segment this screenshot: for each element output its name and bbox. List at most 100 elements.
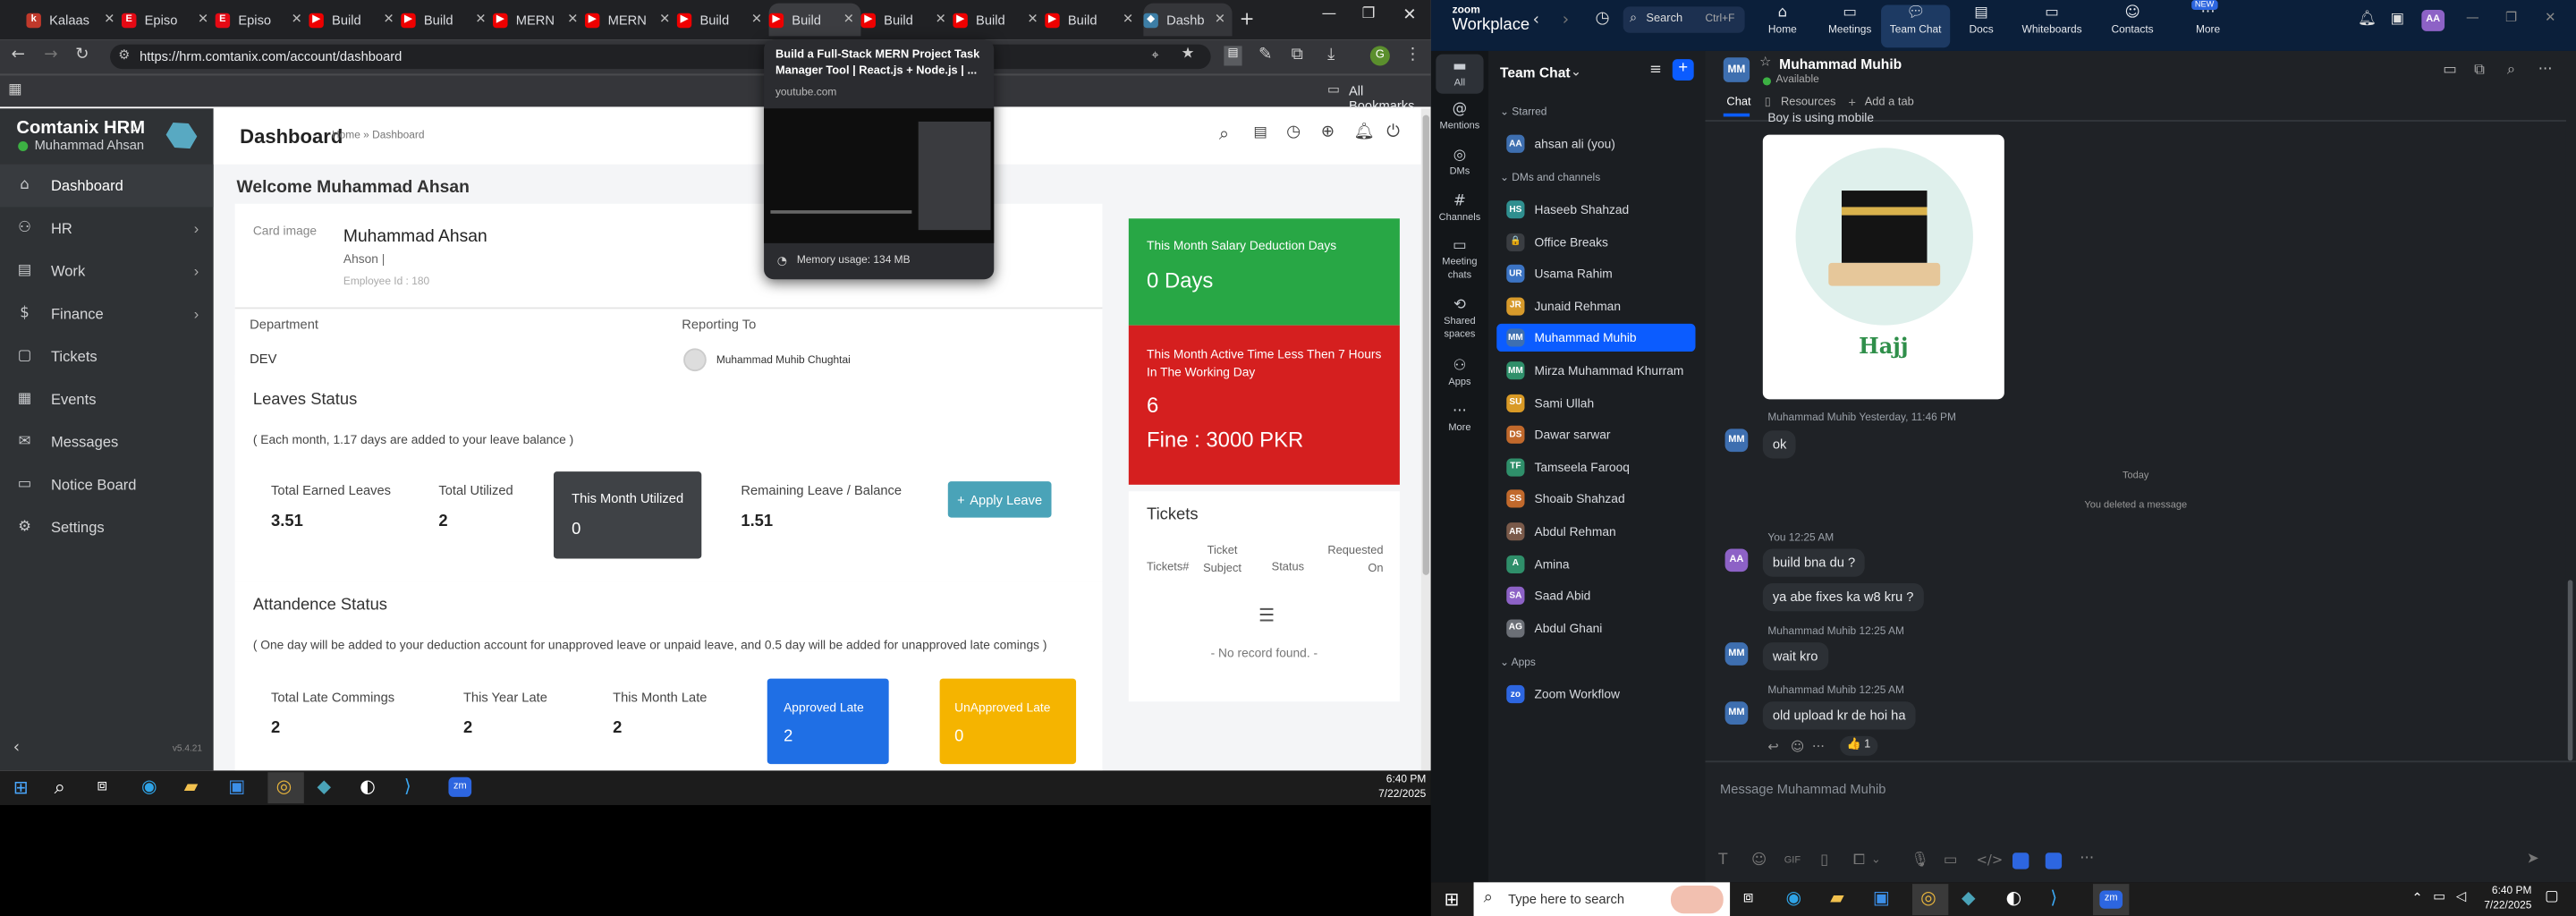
browser-tab[interactable]: E Episo ✕ (121, 4, 216, 37)
code-icon[interactable]: </> (1977, 852, 2004, 868)
section-starred[interactable]: ⌄ Starred (1500, 106, 1547, 118)
download-icon[interactable]: ⤓ (1327, 46, 1335, 64)
share-screen-icon[interactable]: ⧉ (2474, 63, 2485, 79)
mic-icon[interactable]: 🎙︎ (1911, 852, 1929, 869)
notes-icon[interactable]: ▤ (1253, 125, 1267, 141)
close-window-icon[interactable]: ✕ (1400, 6, 1419, 24)
gif-icon[interactable]: GIF (1784, 856, 1801, 866)
maximize-icon[interactable]: ❐ (1359, 6, 1378, 22)
sidebar-item-hr[interactable]: ⚇ HR › (0, 207, 214, 250)
chat-list-item[interactable]: SS Shoaib Shahzad (1496, 486, 1695, 513)
more-icon[interactable]: ··· (1812, 740, 1825, 755)
chat-scrollbar-thumb[interactable] (2567, 580, 2573, 761)
format-icon[interactable]: T (1718, 852, 1727, 869)
message-bubble[interactable]: ya abe fixes ka w8 kru ? (1762, 583, 1924, 612)
close-icon[interactable]: ✕ (1123, 12, 1133, 27)
zoom-nav-meetings[interactable]: ▭ Meetings (1816, 5, 1885, 48)
forward-icon[interactable]: → (41, 46, 61, 64)
chat-list-item[interactable]: A Amina (1496, 550, 1695, 578)
browser-tab[interactable]: ▶ Build ✕ (768, 3, 861, 37)
reporting-to-name[interactable]: Muhammad Muhib Chughtai (716, 355, 851, 367)
browser-tab[interactable]: ▶ Build ✕ (953, 4, 1045, 37)
reply-icon[interactable]: ↩ (1767, 740, 1778, 755)
file-explorer-icon[interactable]: ▰ (184, 776, 199, 797)
chat-list-item[interactable]: MM Mirza Muhammad Khurram (1496, 357, 1695, 385)
tab-add[interactable]: Add a tab (1865, 97, 1914, 108)
task-view-icon[interactable]: ⧈ (1743, 889, 1754, 907)
message-avatar[interactable]: MM (1724, 428, 1749, 453)
close-icon[interactable]: ✕ (567, 12, 578, 27)
chat-list-item[interactable]: HS Haseeb Shahzad (1496, 196, 1695, 224)
app-icon[interactable]: ◆ (1962, 887, 1976, 909)
rail-all[interactable]: ▬ All (1431, 59, 1488, 89)
maximize-icon[interactable]: ❐ (2505, 10, 2517, 25)
notification-icon[interactable]: ▢ (2545, 889, 2559, 905)
emoji-icon[interactable]: ☺ (1791, 740, 1804, 755)
menu-icon[interactable]: ⋮ (1404, 46, 1420, 64)
close-icon[interactable]: ✕ (384, 12, 394, 27)
close-icon[interactable]: ✕ (936, 12, 946, 27)
chat-list-item[interactable]: AR Abdul Rehman (1496, 518, 1695, 546)
store-icon[interactable]: ▣ (1873, 887, 1890, 909)
back-icon[interactable]: ← (8, 46, 28, 64)
zoom-nav-more[interactable]: ··· More (2174, 5, 2242, 48)
more-icon[interactable]: ··· (2080, 851, 2094, 867)
sidebar-item-messages[interactable]: ✉ Messages (0, 420, 214, 463)
message-bubble[interactable]: wait kro (1762, 642, 1828, 671)
zoom-nav-docs[interactable]: ▤ Docs (1947, 5, 2016, 48)
message-bubble[interactable]: ok (1762, 430, 1797, 459)
site-info-icon[interactable]: ⚙ (118, 47, 130, 63)
chat-list-item[interactable]: SA Saad Abid (1496, 582, 1695, 610)
task-view-icon[interactable]: ⧈ (97, 777, 107, 795)
browser-tab-active[interactable]: ◆ Dashb ✕ (1143, 3, 1233, 37)
reload-icon[interactable]: ↻ (72, 46, 92, 64)
close-icon[interactable]: ✕ (1215, 12, 1225, 27)
store-icon[interactable]: ▣ (228, 776, 245, 797)
scrollbar-thumb[interactable] (1422, 114, 1429, 575)
chat-list-item[interactable]: 🔒 Office Breaks (1496, 228, 1695, 256)
send-icon[interactable]: ➤ (2527, 851, 2539, 867)
apps-grid-icon[interactable]: ▦ (8, 82, 22, 98)
zoom-nav-team-chat[interactable]: 💬︎ Team Chat (1881, 4, 1951, 48)
bookmark-star-icon[interactable]: ★ (1182, 46, 1195, 62)
video-message-icon[interactable]: ▭ (1944, 852, 1958, 869)
bell-icon[interactable]: 🔔︎ (1353, 123, 1374, 141)
browser-tab[interactable]: ▶ Build ✕ (309, 4, 401, 37)
shared-image[interactable]: Hajj (1762, 134, 2004, 400)
sidebar-item-notice-board[interactable]: ▭ Notice Board (0, 463, 214, 506)
profile-avatar[interactable]: AA (2421, 10, 2445, 31)
rail-dms[interactable]: ◎ DMs (1431, 148, 1488, 177)
chat-list-item[interactable]: DS Dawar sarwar (1496, 421, 1695, 449)
chrome-taskbar-button[interactable]: ◎ (1911, 884, 1949, 916)
chrome-taskbar-button[interactable]: ◎ (267, 772, 304, 804)
clock[interactable]: 6:40 PM 7/22/2025 (2472, 884, 2531, 913)
chat-scrollbar[interactable] (2565, 123, 2575, 761)
message-avatar[interactable]: MM (1724, 642, 1749, 666)
collapse-arrow-icon[interactable]: ‹ (13, 740, 20, 758)
sidebar-item-work[interactable]: ▤ Work › (0, 250, 214, 293)
chat-list-item[interactable]: JR Junaid Rehman (1496, 293, 1695, 320)
chat-list-item[interactable]: zo Zoom Workflow (1496, 680, 1695, 708)
message-input[interactable]: Message Muhammad Muhib (1720, 782, 1885, 797)
browser-tab[interactable]: ▶ Build ✕ (1045, 4, 1140, 37)
rail-mentions[interactable]: @ Mentions (1431, 102, 1488, 131)
close-icon[interactable]: ✕ (751, 12, 762, 27)
zoom-taskbar-button[interactable]: zm (2093, 884, 2130, 916)
zoom-icon[interactable]: zm (448, 776, 472, 797)
zoom-nav-whiteboards[interactable]: ▭ Whiteboards (2018, 5, 2087, 48)
chevron-up-icon[interactable]: ⌃ (2411, 891, 2422, 906)
emoji-icon[interactable]: ☺ (1751, 852, 1767, 869)
browser-tab[interactable]: ▶ MERN ✕ (493, 4, 585, 37)
tab-resources[interactable]: Resources (1781, 97, 1835, 108)
app-shortcut-icon[interactable] (2045, 852, 2063, 869)
volume-icon[interactable]: ◁ (2456, 889, 2466, 904)
video-icon[interactable]: ▭ (2443, 63, 2457, 79)
app-icon[interactable]: ◆ (317, 776, 331, 797)
apply-leave-button[interactable]: + Apply Leave (947, 481, 1052, 518)
rail-apps[interactable]: ⚇ Apps (1431, 358, 1488, 387)
brand-name[interactable]: Comtanix HRM (16, 118, 145, 138)
browser-tab[interactable]: E Episo ✕ (215, 4, 309, 37)
section-dms[interactable]: ⌄ DMs and channels (1500, 171, 1600, 184)
app-shortcut-icon[interactable] (2012, 852, 2029, 869)
chat-title[interactable]: Muhammad Muhib (1779, 55, 1902, 72)
